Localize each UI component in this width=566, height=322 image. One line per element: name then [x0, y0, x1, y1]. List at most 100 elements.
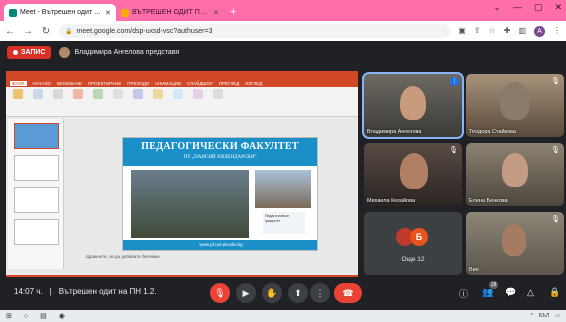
- reload-icon[interactable]: ↻: [41, 26, 51, 37]
- ribbon-tab: ИЗГЛЕД: [245, 80, 263, 86]
- ribbon-button: [190, 89, 206, 114]
- mic-off-icon: 🎙: [551, 78, 560, 85]
- record-dot-icon: [13, 50, 18, 55]
- participant-video: [502, 224, 526, 256]
- url-text: meet.google.com/dsp-uxsd-vsc?authuser=3: [76, 27, 213, 35]
- windows-start-icon[interactable]: ⊞: [6, 312, 12, 320]
- browser-toolbar: ← → ↻ 🔒 meet.google.com/dsp-uxsd-vsc?aut…: [0, 21, 566, 41]
- ribbon-button: [10, 89, 26, 114]
- present-icon[interactable]: ⬆: [288, 283, 308, 303]
- hangup-icon[interactable]: ☎: [334, 283, 362, 303]
- chrome-icon[interactable]: ◉: [59, 312, 65, 320]
- meet-control-bar: 14:07 ч. | Вътрешен одит на ПН 1.2. 🎙 ▶ …: [0, 277, 566, 310]
- slide-subtitle: ПУ „ПАИСИЙ ХИЛЕНДАРСКИ“: [183, 155, 257, 160]
- tab-title: ВЪТРЕШЕН ОДИТ ПН 1.2. 1.02.20: [132, 9, 210, 16]
- more-participants-avatars: Б: [396, 228, 428, 246]
- tray-arrow-icon[interactable]: ^: [531, 313, 533, 319]
- building-photo: [255, 170, 311, 208]
- self-name: Вие: [469, 267, 479, 273]
- camera-icon[interactable]: ▶: [236, 283, 256, 303]
- windows-taskbar: ⊞ ○ ▤ ◉ ^ БЪЛ ▭: [0, 310, 566, 322]
- new-tab-button[interactable]: +: [230, 4, 236, 21]
- ribbon-tab: ВМЪКВАНЕ: [56, 80, 83, 86]
- system-tray: ^ БЪЛ ▭: [531, 313, 560, 319]
- lock-icon: 🔒: [65, 28, 73, 35]
- powerpoint-workspace: ПЕДАГОГИЧЕСКИ ФАКУЛТЕТ ПУ „ПАИСИЙ ХИЛЕНД…: [6, 117, 358, 275]
- recording-indicator[interactable]: ЗАПИС: [7, 46, 52, 59]
- minimize-icon[interactable]: —: [513, 2, 522, 13]
- slide-thumbnail: [14, 123, 59, 149]
- back-icon[interactable]: ←: [5, 26, 15, 37]
- slide-header: ПЕДАГОГИЧЕСКИ ФАКУЛТЕТ ПУ „ПАИСИЙ ХИЛЕНД…: [123, 138, 317, 166]
- presenter-info: Владимира Ангелова представя: [59, 47, 179, 58]
- notification-icon[interactable]: ▭: [555, 313, 560, 319]
- participant-name: Михаела Кехайова: [367, 198, 416, 204]
- host-controls-icon[interactable]: 🔒: [549, 287, 560, 298]
- mic-off-icon[interactable]: 🎙: [210, 283, 230, 303]
- ribbon-tab: ПРОЕКТИРАНЕ: [88, 80, 122, 86]
- chat-icon[interactable]: 💬: [505, 287, 516, 298]
- meet-stage: ЗАПИС Владимира Ангелова представя ФАЙЛ …: [0, 41, 566, 316]
- notes-placeholder: Щракнете, за да добавите бележки: [86, 254, 160, 259]
- powerpoint-titlebar: [6, 71, 358, 79]
- info-icon[interactable]: ⓘ: [459, 287, 468, 300]
- speaking-indicator-icon: ⋮: [450, 77, 459, 86]
- raise-hand-icon[interactable]: ✋: [262, 283, 282, 303]
- participant-tile[interactable]: 🎙 Елена Бенкова: [466, 143, 564, 206]
- profile-avatar[interactable]: A: [534, 25, 545, 37]
- meeting-info: 14:07 ч. | Вътрешен одит на ПН 1.2.: [14, 287, 157, 296]
- more-icon[interactable]: ⋮: [310, 283, 330, 303]
- participant-tile[interactable]: ⋮ Владимира Ангелова: [362, 72, 464, 139]
- screen-root: Meet - Вътрешен одит на ПН ✕ ВЪТРЕШЕН ОД…: [0, 0, 566, 322]
- forward-icon[interactable]: →: [23, 26, 33, 37]
- slide-thumbnail: [14, 187, 59, 213]
- ribbon: [6, 87, 358, 117]
- tab-document[interactable]: ВЪТРЕШЕН ОДИТ ПН 1.2. 1.02.20 ✕: [116, 4, 224, 21]
- mic-off-icon: 🎙: [551, 216, 560, 223]
- file-explorer-icon[interactable]: ▤: [40, 312, 47, 320]
- mic-off-icon: 🎙: [449, 147, 458, 154]
- slide-title: ПЕДАГОГИЧЕСКИ ФАКУЛТЕТ: [141, 141, 299, 152]
- current-slide: ПЕДАГОГИЧЕСКИ ФАКУЛТЕТ ПУ „ПАИСИЙ ХИЛЕНД…: [122, 137, 318, 251]
- ribbon-tab: ПРЕГЛЕД: [218, 80, 240, 86]
- close-window-icon[interactable]: ✕: [554, 2, 562, 13]
- extensions-icon[interactable]: ✚: [504, 26, 511, 37]
- participant-tile[interactable]: 🎙 Михаела Кехайова: [364, 143, 462, 206]
- ribbon-button: [170, 89, 186, 114]
- share-icon[interactable]: ⇪: [474, 26, 481, 37]
- recording-bar: ЗАПИС Владимира Ангелова представя: [7, 46, 179, 59]
- ribbon-button: [90, 89, 106, 114]
- search-icon[interactable]: ○: [24, 313, 28, 320]
- meeting-title: Вътрешен одит на ПН 1.2.: [58, 287, 157, 296]
- close-tab-icon[interactable]: ✕: [105, 9, 111, 17]
- bookmark-star-icon[interactable]: ☆: [489, 26, 496, 37]
- tab-meet[interactable]: Meet - Вътрешен одит на ПН ✕: [4, 4, 116, 21]
- address-bar[interactable]: 🔒 meet.google.com/dsp-uxsd-vsc?authuser=…: [59, 24, 451, 38]
- meeting-time: 14:07 ч.: [14, 287, 43, 296]
- doc-favicon-icon: [121, 8, 129, 17]
- participant-video: [502, 153, 528, 187]
- menu-kebab-icon[interactable]: ⋮: [553, 26, 561, 37]
- participant-name: Владимира Ангелова: [367, 129, 422, 135]
- participant-tile[interactable]: 🎙 Теодора Стайкова: [466, 74, 564, 137]
- presenter-avatar: [59, 47, 71, 58]
- chevron-down-icon[interactable]: ⌄: [493, 2, 501, 13]
- browser-tab-strip: Meet - Вътрешен одит на ПН ✕ ВЪТРЕШЕН ОД…: [0, 0, 566, 21]
- self-tile[interactable]: 🎙 Вие: [466, 212, 564, 275]
- ribbon-tab: НАЧАЛО: [32, 80, 51, 86]
- sidebar-icon[interactable]: ▥: [518, 26, 526, 37]
- ribbon-tab: ФАЙЛ: [10, 80, 27, 86]
- participant-video: [400, 153, 428, 189]
- camera-permission-icon[interactable]: ▣: [458, 26, 466, 37]
- more-participants-tile[interactable]: Б Още 12: [364, 212, 462, 275]
- maximize-icon[interactable]: ▢: [534, 2, 543, 13]
- window-controls: ⌄ — ▢ ✕: [493, 2, 562, 13]
- ribbon-button: [150, 89, 166, 114]
- close-tab-icon[interactable]: ✕: [213, 9, 219, 17]
- language-indicator[interactable]: БЪЛ: [539, 313, 549, 319]
- ribbon-button: [110, 89, 126, 114]
- ribbon-tab: СЛАЙДШОУ: [187, 80, 213, 86]
- participant-avatar: Б: [410, 228, 428, 246]
- ribbon-button: [50, 89, 66, 114]
- activities-icon[interactable]: △: [527, 287, 534, 298]
